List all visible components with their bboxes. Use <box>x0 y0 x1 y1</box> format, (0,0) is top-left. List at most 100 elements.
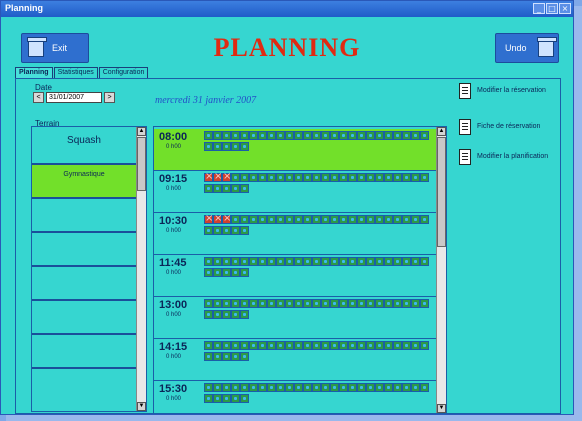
free-slot[interactable] <box>330 173 339 182</box>
prev-day-button[interactable]: < <box>33 92 44 103</box>
free-slot[interactable] <box>303 383 312 392</box>
free-slot[interactable] <box>222 268 231 277</box>
free-slot[interactable] <box>249 131 258 140</box>
free-slot[interactable] <box>339 341 348 350</box>
free-slot[interactable] <box>267 341 276 350</box>
free-slot[interactable] <box>303 299 312 308</box>
free-slot[interactable] <box>321 131 330 140</box>
free-slot[interactable] <box>213 226 222 235</box>
free-slot[interactable] <box>231 226 240 235</box>
free-slot[interactable] <box>231 310 240 319</box>
free-slot[interactable] <box>285 257 294 266</box>
scroll-thumb[interactable] <box>137 137 146 191</box>
free-slot[interactable] <box>294 173 303 182</box>
free-slot[interactable] <box>420 341 429 350</box>
free-slot[interactable] <box>213 341 222 350</box>
booked-slot[interactable] <box>204 214 213 224</box>
free-slot[interactable] <box>249 383 258 392</box>
terrain-list-item[interactable] <box>32 335 136 367</box>
free-slot[interactable] <box>312 257 321 266</box>
free-slot[interactable] <box>240 173 249 182</box>
free-slot[interactable] <box>366 173 375 182</box>
booked-slot[interactable] <box>222 172 231 182</box>
free-slot[interactable] <box>384 299 393 308</box>
free-slot[interactable] <box>222 299 231 308</box>
free-slot[interactable] <box>204 383 213 392</box>
free-slot[interactable] <box>411 383 420 392</box>
free-slot[interactable] <box>384 257 393 266</box>
free-slot[interactable] <box>204 310 213 319</box>
free-slot[interactable] <box>393 257 402 266</box>
free-slot[interactable] <box>330 383 339 392</box>
minimize-button[interactable]: _ <box>533 3 545 14</box>
free-slot[interactable] <box>213 257 222 266</box>
terrain-list-item[interactable]: Squash <box>32 131 136 163</box>
schedule-row[interactable]: 09:15 0 h00 <box>154 171 436 213</box>
free-slot[interactable] <box>231 142 240 151</box>
free-slot[interactable] <box>222 310 231 319</box>
free-slot[interactable] <box>231 131 240 140</box>
free-slot[interactable] <box>348 215 357 224</box>
free-slot[interactable] <box>285 383 294 392</box>
free-slot[interactable] <box>267 257 276 266</box>
free-slot[interactable] <box>240 341 249 350</box>
free-slot[interactable] <box>204 257 213 266</box>
schedule-row[interactable]: 15:30 0 h00 <box>154 381 436 413</box>
free-slot[interactable] <box>267 173 276 182</box>
free-slot[interactable] <box>339 383 348 392</box>
free-slot[interactable] <box>204 142 213 151</box>
free-slot[interactable] <box>222 352 231 361</box>
free-slot[interactable] <box>276 299 285 308</box>
free-slot[interactable] <box>420 215 429 224</box>
terrain-scrollbar[interactable]: ▲ ▼ <box>136 127 146 411</box>
free-slot[interactable] <box>357 131 366 140</box>
free-slot[interactable] <box>375 383 384 392</box>
free-slot[interactable] <box>411 299 420 308</box>
free-slot[interactable] <box>276 131 285 140</box>
booked-slot[interactable] <box>222 214 231 224</box>
free-slot[interactable] <box>213 268 222 277</box>
schedule-row[interactable]: 08:00 0 h00 <box>154 129 436 171</box>
free-slot[interactable] <box>312 341 321 350</box>
free-slot[interactable] <box>303 257 312 266</box>
free-slot[interactable] <box>366 383 375 392</box>
free-slot[interactable] <box>213 131 222 140</box>
free-slot[interactable] <box>231 173 240 182</box>
free-slot[interactable] <box>240 299 249 308</box>
free-slot[interactable] <box>231 352 240 361</box>
free-slot[interactable] <box>258 173 267 182</box>
free-slot[interactable] <box>339 173 348 182</box>
schedule-row[interactable]: 13:00 0 h00 <box>154 297 436 339</box>
free-slot[interactable] <box>213 394 222 403</box>
free-slot[interactable] <box>222 257 231 266</box>
free-slot[interactable] <box>276 341 285 350</box>
free-slot[interactable] <box>348 173 357 182</box>
booked-slot[interactable] <box>204 172 213 182</box>
free-slot[interactable] <box>249 299 258 308</box>
free-slot[interactable] <box>222 341 231 350</box>
free-slot[interactable] <box>366 215 375 224</box>
terrain-list-item[interactable] <box>32 233 136 265</box>
free-slot[interactable] <box>357 383 366 392</box>
free-slot[interactable] <box>249 173 258 182</box>
free-slot[interactable] <box>231 268 240 277</box>
modify-planning-button[interactable]: Modifier la planification <box>457 149 561 169</box>
free-slot[interactable] <box>285 173 294 182</box>
free-slot[interactable] <box>303 131 312 140</box>
reservation-form-button[interactable]: Fiche de réservation <box>457 119 561 139</box>
free-slot[interactable] <box>330 215 339 224</box>
free-slot[interactable] <box>393 383 402 392</box>
free-slot[interactable] <box>294 383 303 392</box>
free-slot[interactable] <box>267 299 276 308</box>
free-slot[interactable] <box>357 257 366 266</box>
free-slot[interactable] <box>204 131 213 140</box>
free-slot[interactable] <box>393 215 402 224</box>
scroll-down-arrow-icon[interactable]: ▼ <box>437 404 446 413</box>
free-slot[interactable] <box>231 257 240 266</box>
free-slot[interactable] <box>276 215 285 224</box>
scroll-up-arrow-icon[interactable]: ▲ <box>437 127 446 136</box>
free-slot[interactable] <box>366 299 375 308</box>
free-slot[interactable] <box>258 131 267 140</box>
free-slot[interactable] <box>339 215 348 224</box>
free-slot[interactable] <box>339 131 348 140</box>
